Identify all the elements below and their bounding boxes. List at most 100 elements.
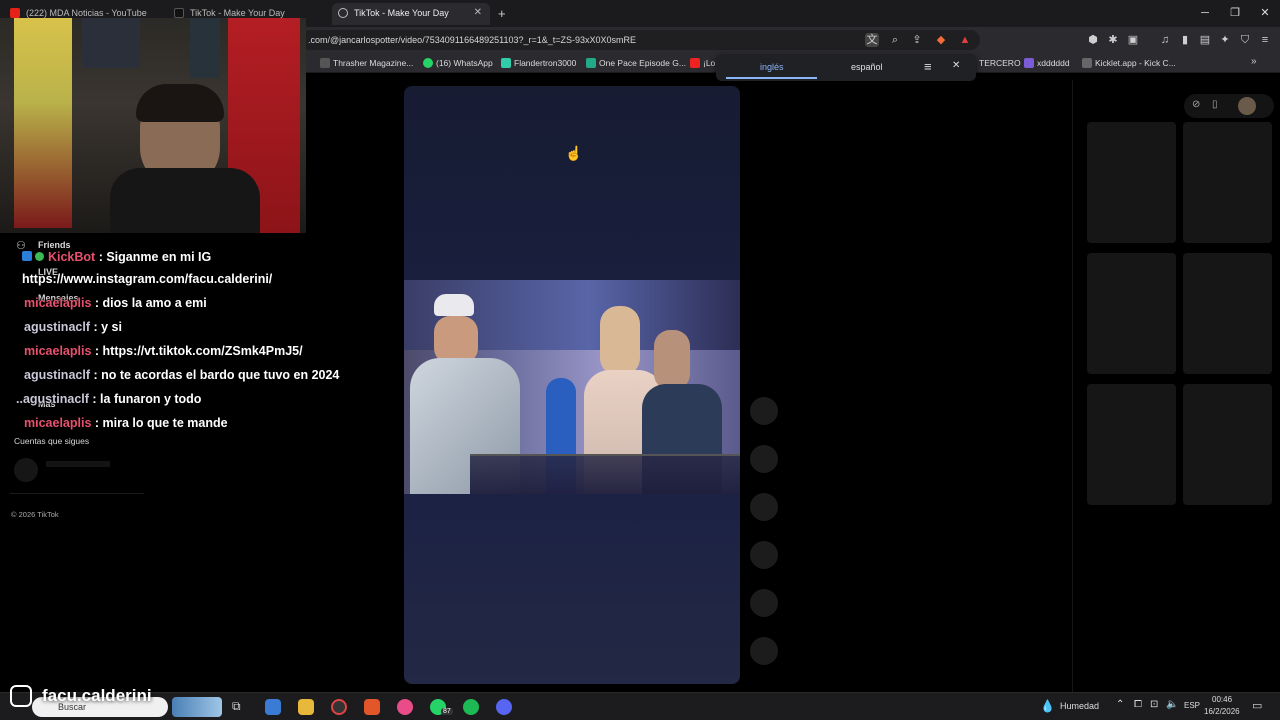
chat-message: KickBot : Siganme en mi IG bbox=[22, 250, 211, 264]
bookmark-tercero[interactable]: TERCERO bbox=[979, 56, 1021, 70]
more-bookmarks-icon[interactable]: » bbox=[1251, 56, 1257, 67]
translate-from[interactable]: inglés bbox=[760, 62, 784, 72]
menu-icon[interactable]: ≡ bbox=[1258, 33, 1272, 47]
video-thumbnail-skeleton bbox=[1087, 384, 1176, 505]
file-explorer-icon[interactable] bbox=[298, 699, 314, 715]
text-skeleton bbox=[46, 461, 110, 467]
wallet-icon[interactable]: ▣ bbox=[1126, 33, 1140, 47]
obs-icon[interactable] bbox=[331, 699, 347, 715]
app-icon[interactable] bbox=[397, 699, 413, 715]
tab-title: TikTok - Make Your Day bbox=[190, 8, 285, 18]
person-face bbox=[600, 306, 640, 376]
bookmark-xdddddd[interactable]: xdddddd bbox=[1024, 56, 1070, 70]
music-icon[interactable]: ♫ bbox=[1158, 33, 1172, 47]
person-face bbox=[654, 330, 690, 390]
zoom-icon[interactable]: ⌕ bbox=[888, 33, 902, 47]
divider bbox=[10, 493, 144, 494]
share-icon[interactable]: ⇪ bbox=[910, 33, 924, 47]
more-button[interactable] bbox=[750, 589, 778, 617]
vpn-shield-icon[interactable]: ⛉ bbox=[1238, 33, 1252, 47]
close-tab-icon[interactable]: ✕ bbox=[474, 3, 482, 23]
extensions-icon[interactable]: ✱ bbox=[1106, 33, 1120, 47]
brave-icon[interactable] bbox=[364, 699, 380, 715]
close-window-button[interactable]: ✕ bbox=[1250, 4, 1280, 22]
streamer-handle: facu.calderini bbox=[42, 686, 152, 705]
chat-message: https://www.instagram.com/facu.calderini… bbox=[22, 272, 273, 286]
tab-tiktok-active[interactable]: TikTok - Make Your Day ✕ bbox=[332, 3, 490, 25]
translate-options-icon[interactable]: ≡ bbox=[924, 59, 932, 74]
search-highlight-image bbox=[172, 697, 222, 717]
brave-shield-icon[interactable]: ◆ bbox=[934, 33, 948, 47]
tab-title: TikTok - Make Your Day bbox=[354, 8, 449, 18]
loading-icon bbox=[338, 8, 348, 18]
compass-icon[interactable]: ⊘ bbox=[1192, 99, 1200, 110]
volume-icon[interactable]: 🔈 bbox=[1166, 699, 1178, 710]
translate-close-icon[interactable]: ✕ bbox=[952, 60, 960, 71]
avatar[interactable] bbox=[1238, 97, 1256, 115]
task-view-icon[interactable]: ⧉ bbox=[232, 699, 248, 715]
brave-rewards-icon[interactable]: ▲ bbox=[958, 33, 972, 47]
video-thumbnail-skeleton bbox=[1087, 122, 1176, 243]
network-icon[interactable]: ⊡ bbox=[1150, 699, 1158, 710]
chat-message: ..agustinaclf : la funaron y todo bbox=[16, 392, 202, 406]
verified-icon bbox=[35, 252, 45, 261]
like-button[interactable] bbox=[750, 397, 778, 425]
sound-button[interactable] bbox=[750, 637, 778, 665]
streamer-hair bbox=[136, 84, 224, 122]
whatsapp-badge: 87 bbox=[441, 708, 453, 715]
tiktok-video-player[interactable] bbox=[404, 86, 740, 684]
video-thumbnail-skeleton bbox=[1183, 122, 1272, 243]
share-button[interactable] bbox=[750, 541, 778, 569]
translate-tab-indicator bbox=[726, 77, 817, 79]
language-indicator[interactable]: ESP bbox=[1184, 701, 1200, 710]
youtube-icon bbox=[10, 8, 20, 18]
spotify-icon[interactable] bbox=[463, 699, 479, 715]
wallet2-icon[interactable]: ▤ bbox=[1198, 33, 1212, 47]
weather-icon: 💧 bbox=[1040, 699, 1055, 713]
bookmark-lo[interactable]: ¡Lo bbox=[690, 56, 715, 70]
poster-left bbox=[14, 18, 72, 228]
clock-date[interactable]: 16/2/2026 bbox=[1204, 707, 1240, 716]
phone-icon[interactable]: ▯ bbox=[1212, 99, 1218, 110]
tiktok-footer: © 2026 TikTok bbox=[11, 510, 59, 519]
sidebar-icon[interactable]: ▮ bbox=[1178, 33, 1192, 47]
bookmark-whatsapp[interactable]: (16) WhatsApp bbox=[423, 56, 493, 70]
mouse-cursor-icon: ☝ bbox=[565, 145, 583, 161]
railing bbox=[470, 454, 740, 494]
bot-badge-icon bbox=[22, 251, 32, 261]
store-icon[interactable] bbox=[265, 699, 281, 715]
bookmark-onepace[interactable]: One Pace Episode G... bbox=[586, 56, 686, 70]
translate-icon[interactable]: 文 bbox=[865, 33, 879, 47]
leo-ai-icon[interactable]: ✦ bbox=[1218, 33, 1232, 47]
discord-icon[interactable] bbox=[496, 699, 512, 715]
comment-button[interactable] bbox=[750, 445, 778, 473]
minimize-button[interactable]: ─ bbox=[1190, 4, 1220, 22]
tray-icon[interactable]: ⧠ bbox=[1134, 699, 1142, 710]
translate-popup: inglés español ≡ ✕ bbox=[716, 54, 976, 81]
chat-message: agustinaclf : y si bbox=[24, 320, 122, 334]
bookmark-button[interactable] bbox=[750, 493, 778, 521]
translate-to[interactable]: español bbox=[851, 62, 883, 72]
weather-label[interactable]: Humedad bbox=[1060, 701, 1099, 711]
vpn-icon[interactable]: ⬢ bbox=[1086, 33, 1100, 47]
bookmark-flandertron[interactable]: Flandertron3000 bbox=[501, 56, 576, 70]
top-actions-pill: ⊘ ▯ bbox=[1184, 94, 1274, 118]
instagram-icon bbox=[10, 685, 32, 707]
chat-message: micaelaplis : mira lo que te mande bbox=[24, 416, 228, 430]
bookmark-kicklet[interactable]: Kicklet.app - Kick C... bbox=[1082, 56, 1176, 70]
restore-button[interactable]: ❐ bbox=[1220, 4, 1250, 22]
notifications-icon[interactable]: ▭ bbox=[1252, 699, 1262, 712]
clock-time[interactable]: 00:46 bbox=[1212, 695, 1232, 704]
bookmark-thrasher[interactable]: Thrasher Magazine... bbox=[320, 56, 413, 70]
windows-taskbar: Buscar ⧉ 87 💧 Humedad ⌃ ⧠ ⊡ 🔈 ESP 00:46 … bbox=[0, 692, 1280, 720]
new-tab-button[interactable]: + bbox=[498, 6, 506, 21]
person-face bbox=[434, 316, 478, 364]
tray-chevron-icon[interactable]: ⌃ bbox=[1116, 699, 1124, 710]
poster bbox=[190, 18, 220, 78]
chat-message: agustinaclf : no te acordas el bardo que… bbox=[24, 368, 340, 382]
avatar-skeleton bbox=[14, 458, 38, 482]
nav-friends[interactable]: Friends bbox=[38, 240, 71, 250]
video-thumbnail-skeleton bbox=[1087, 253, 1176, 374]
column-divider bbox=[1072, 80, 1073, 692]
following-header: Cuentas que sigues bbox=[14, 436, 90, 446]
